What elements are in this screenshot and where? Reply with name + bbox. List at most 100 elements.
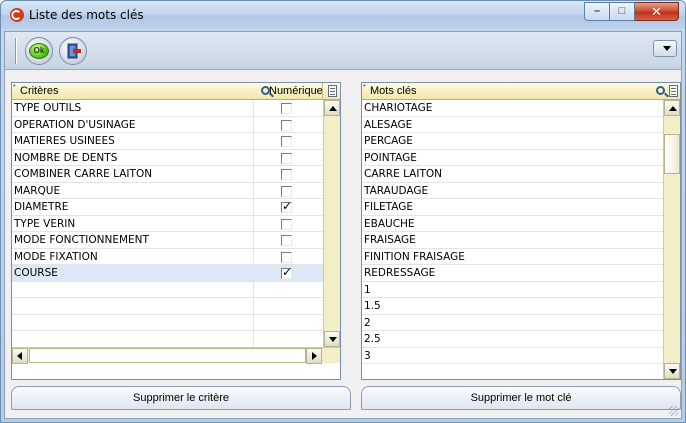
scroll-up-button[interactable] — [664, 100, 680, 116]
cell-divider — [253, 248, 254, 265]
list-item[interactable]: 2.5 — [362, 331, 680, 348]
close-button[interactable]: ✕ — [635, 2, 679, 21]
numeric-checkbox[interactable] — [281, 119, 292, 131]
maximize-button[interactable]: □ — [610, 2, 635, 21]
column-header-mots-cles[interactable]: Mots clés — [364, 83, 416, 99]
list-item[interactable]: 1 — [362, 282, 680, 298]
numeric-checkbox[interactable] — [281, 136, 292, 147]
cell-divider — [253, 314, 254, 331]
criteria-horizontal-scrollbar[interactable] — [12, 347, 340, 364]
keywords-table-header: * Mots clés — [362, 83, 680, 100]
list-item[interactable]: ALESAGE — [362, 117, 680, 133]
list-item[interactable]: EBAUCHE — [362, 216, 680, 232]
table-row[interactable]: COURSE ✓ — [12, 265, 340, 282]
criteria-table-header: * Critères Numérique — [12, 83, 340, 100]
arrow-left-icon — [17, 352, 22, 360]
column-chooser-icon[interactable] — [669, 85, 678, 97]
table-row[interactable] — [12, 281, 340, 298]
table-row[interactable]: COMBINER CARRE LAITON — [12, 166, 340, 183]
window-controls: – □ ✕ — [584, 2, 679, 21]
minimize-button[interactable]: – — [584, 2, 610, 21]
numeric-checkbox[interactable]: ✓ — [281, 199, 292, 213]
list-item[interactable]: TARAUDAGE — [362, 183, 680, 199]
column-chooser-icon[interactable] — [328, 85, 337, 97]
ok-icon: Ok — [29, 43, 49, 59]
criteria-vertical-scrollbar[interactable] — [323, 100, 340, 347]
list-item[interactable]: PERCAGE — [362, 133, 680, 150]
close-icon: ✕ — [651, 4, 662, 19]
list-item[interactable]: CARRE LAITON — [362, 166, 680, 183]
list-item[interactable]: FRAISAGE — [362, 232, 680, 249]
delete-criterion-button[interactable]: Supprimer le critère — [11, 386, 351, 410]
numeric-checkbox[interactable] — [281, 152, 292, 164]
minimize-icon: – — [593, 5, 601, 17]
criterion-label: TYPE OUTILS — [14, 102, 82, 114]
numeric-checkbox[interactable] — [281, 218, 292, 230]
column-header-criteres[interactable]: Critères — [14, 83, 59, 99]
criterion-label: MARQUE — [14, 184, 61, 197]
scroll-down-button[interactable] — [664, 363, 680, 379]
list-item[interactable]: CHARIOTAGE — [362, 100, 680, 117]
table-row[interactable] — [12, 331, 340, 348]
toolbar: Ok — [5, 32, 681, 70]
list-item[interactable]: 3 — [362, 348, 680, 364]
scroll-left-button[interactable] — [12, 348, 28, 364]
table-row[interactable]: TYPE VERIN — [12, 215, 340, 232]
keywords-rows: CHARIOTAGE ALESAGE PERCAGE POINTAGE CARRE LA… — [362, 100, 680, 364]
column-header-numerique[interactable]: Numérique — [267, 83, 323, 99]
table-row[interactable] — [12, 314, 340, 331]
column-divider — [322, 83, 323, 99]
list-item[interactable]: FINITION FRAISAGE — [362, 249, 680, 265]
numeric-checkbox[interactable] — [281, 185, 292, 197]
table-row[interactable]: MATIERES USINEES — [12, 133, 340, 150]
list-item[interactable]: FILETAGE — [362, 199, 680, 216]
delete-keyword-button[interactable]: Supprimer le mot clé — [361, 386, 681, 410]
table-row[interactable]: MODE FIXATION — [12, 248, 340, 265]
scroll-up-button[interactable] — [324, 100, 340, 116]
numeric-checkbox[interactable] — [281, 251, 292, 263]
numeric-checkbox[interactable] — [281, 235, 292, 246]
resize-grip[interactable] — [669, 406, 679, 416]
arrow-up-icon — [669, 106, 677, 111]
criteria-rows: TYPE OUTILS OPERATION D'USINAGE MATIERES U… — [12, 100, 340, 348]
table-row[interactable]: DIAMETRE ✓ — [12, 199, 340, 216]
maximize-icon: □ — [618, 5, 626, 17]
table-row[interactable] — [12, 298, 340, 315]
keywords-vertical-scrollbar[interactable] — [663, 100, 680, 379]
arrow-down-icon — [669, 369, 677, 374]
numeric-checkbox[interactable] — [281, 169, 292, 180]
scroll-right-button[interactable] — [306, 348, 322, 364]
ok-button[interactable]: Ok — [25, 37, 53, 65]
title-bar[interactable]: Liste des mots clés – □ ✕ — [1, 1, 685, 29]
cell-divider — [253, 298, 254, 314]
table-row[interactable]: NOMBRE DE DENTS — [12, 149, 340, 166]
exit-door-icon — [67, 43, 81, 59]
scroll-down-button[interactable] — [324, 331, 340, 347]
search-icon[interactable] — [656, 86, 665, 95]
list-item[interactable]: REDRESSAGE — [362, 265, 680, 282]
cell-divider — [253, 265, 254, 281]
window-title: Liste des mots clés — [29, 8, 144, 22]
cell-divider — [253, 215, 254, 232]
list-item[interactable]: 2 — [362, 315, 680, 331]
criterion-label: COURSE — [14, 267, 58, 279]
app-window: Liste des mots clés – □ ✕ Ok * Critères … — [0, 0, 686, 423]
list-item[interactable]: POINTAGE — [362, 150, 680, 166]
cell-divider — [253, 232, 254, 248]
table-row[interactable]: MARQUE — [12, 182, 340, 199]
list-item[interactable]: 1.5 — [362, 298, 680, 315]
table-row[interactable]: MODE FONCTIONNEMENT — [12, 232, 340, 249]
exit-button[interactable] — [59, 37, 87, 65]
toolbar-dropdown-button[interactable] — [653, 40, 677, 57]
horizontal-scroll-thumb[interactable] — [29, 348, 306, 363]
criterion-label: OPERATION D'USINAGE — [14, 118, 136, 131]
table-row[interactable]: OPERATION D'USINAGE — [12, 116, 340, 133]
chevron-down-icon — [663, 46, 671, 51]
table-row[interactable]: TYPE OUTILS — [12, 100, 340, 117]
cell-divider — [253, 182, 254, 199]
vertical-scroll-thumb[interactable] — [664, 134, 680, 174]
numeric-checkbox[interactable]: ✓ — [281, 265, 292, 279]
criterion-label: MODE FONCTIONNEMENT — [14, 234, 149, 246]
client-area: Ok * Critères Numérique TYPE OUTILS OPER… — [4, 31, 682, 419]
numeric-checkbox[interactable] — [281, 103, 292, 114]
